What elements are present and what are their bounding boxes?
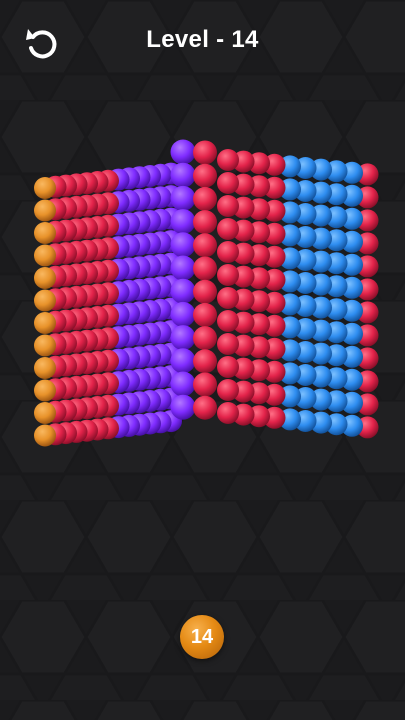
level-title: Level - 14	[146, 26, 259, 53]
ball	[170, 255, 196, 281]
left-face	[34, 162, 182, 447]
ball	[34, 289, 56, 312]
ball	[193, 326, 217, 351]
ball	[170, 394, 196, 420]
ball	[217, 218, 239, 240]
ball	[34, 199, 56, 222]
ball	[217, 310, 239, 332]
ball	[217, 241, 239, 263]
ball	[34, 334, 56, 357]
ball	[193, 302, 217, 327]
ball	[170, 209, 196, 235]
ball	[170, 162, 196, 188]
ball	[217, 264, 239, 286]
ball	[34, 312, 56, 334]
ball-cube[interactable]	[0, 120, 405, 450]
ball	[34, 177, 56, 199]
ball	[217, 287, 239, 309]
ball	[170, 139, 196, 165]
ball	[193, 349, 217, 374]
ball	[217, 333, 239, 355]
ball	[34, 222, 56, 244]
ball	[34, 244, 56, 267]
ball	[34, 402, 56, 424]
ball	[193, 233, 217, 258]
ball	[170, 278, 196, 304]
ball	[193, 163, 217, 188]
right-face	[217, 149, 379, 439]
ball	[193, 186, 217, 211]
ball	[170, 325, 196, 351]
ball	[170, 301, 196, 327]
ball	[34, 424, 56, 447]
ball	[193, 279, 217, 304]
ball	[170, 371, 196, 397]
ball	[193, 140, 217, 165]
ball	[170, 348, 196, 374]
ball-count-value: 14	[190, 626, 214, 648]
ball	[193, 210, 217, 235]
ball	[170, 232, 196, 258]
ball	[170, 185, 196, 211]
ball	[217, 149, 239, 171]
ball	[217, 195, 239, 217]
ball	[34, 357, 56, 379]
ball	[34, 379, 56, 402]
ball	[217, 356, 239, 378]
ball	[217, 402, 239, 424]
ball	[193, 395, 217, 420]
ball	[34, 267, 56, 289]
ball	[217, 172, 239, 194]
ball	[217, 379, 239, 401]
ball	[193, 372, 217, 397]
top-bar: Level - 14	[0, 0, 405, 90]
ball	[193, 256, 217, 281]
ball-count-badge[interactable]: 14	[180, 615, 224, 659]
